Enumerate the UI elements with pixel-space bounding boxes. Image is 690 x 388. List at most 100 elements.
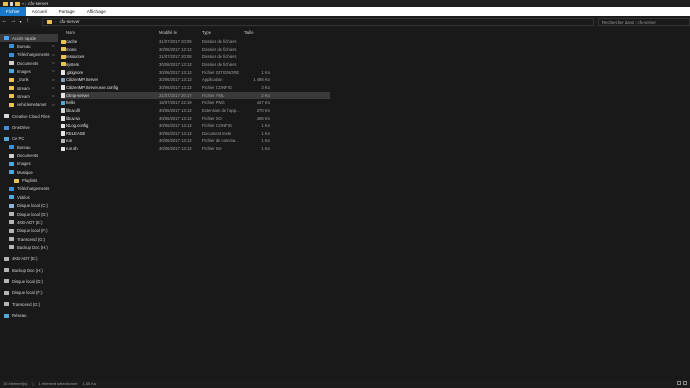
sidebar-item-label: Documents (17, 60, 39, 66)
drive-icon (9, 220, 14, 225)
sidebar-item[interactable]: Transcend (G:) (0, 300, 58, 308)
pin-icon: ⊳ (52, 44, 55, 49)
sidebar-item[interactable]: Images ⊳ (0, 67, 58, 75)
pin-icon: ⊳ (52, 69, 55, 74)
file-type: Document texte (202, 130, 232, 136)
breadcrumb-cfx-server[interactable]: cfx-server (59, 19, 79, 24)
file-row[interactable]: cache 31/07/2017 20:08 Dossier de fichiers (61, 38, 330, 45)
search-input[interactable]: Rechercher dans : cfx-server (598, 17, 690, 26)
sidebar-item-label: Images (17, 161, 31, 167)
navigation-pane: Accès rapide Bureau ⊳ Téléchargements ⊳ Docum… (0, 32, 58, 382)
sidebar-item[interactable]: Transcend (G:) (0, 235, 58, 243)
video-icon (9, 195, 14, 200)
sidebar-item[interactable]: _trunk ⊳ (0, 76, 58, 84)
sidebar-item[interactable]: Ce PC (0, 135, 58, 143)
sidebar-item-label: Playlists (22, 178, 38, 184)
batch-icon (61, 138, 65, 144)
sidebar-item[interactable]: Disque local (D:) (0, 277, 58, 285)
column-header-date[interactable]: Modifié le (159, 29, 177, 36)
sidebar-item-label: Backup Doc (H:) (17, 244, 48, 250)
tab-fichier[interactable]: Fichier (0, 7, 26, 16)
sidebar-item[interactable]: Disque local (D:) (0, 210, 58, 218)
file-row[interactable]: NLog.config 30/06/2017 13:13 Fichier CONFI… (61, 122, 330, 129)
file-row[interactable]: run.sh 30/06/2017 13:13 Fichier SH 1 Ko (61, 145, 330, 152)
sidebar-item[interactable]: Bureau (0, 143, 58, 151)
sidebar-item[interactable]: stream ⊳ (0, 84, 58, 92)
file-size: 2 Ko (261, 92, 270, 98)
file-row[interactable]: citmp-server 31/07/2017 20:17 Fichier YML 2… (61, 91, 330, 99)
sidebar-item-label: 4KB-ADT (E:) (12, 256, 38, 262)
file-icon (61, 93, 65, 98)
sidebar-item[interactable]: Réseau (0, 312, 58, 320)
sidebar-item-label: _trunk (17, 77, 29, 83)
sidebar-item[interactable]: Backup Doc (H:) (0, 266, 58, 274)
sidebar-item[interactable]: Téléchargements ⊳ (0, 51, 58, 59)
sidebar-item[interactable]: stream ⊳ (0, 92, 58, 100)
drive-icon (9, 212, 14, 216)
sidebar-item[interactable]: Disque local (F:) (0, 227, 58, 235)
back-arrow-icon[interactable]: ← (0, 17, 9, 26)
network-icon (4, 313, 9, 318)
file-type: Dossier de fichiers (202, 61, 237, 67)
file-row[interactable]: mono 30/06/2017 13:13 Dossier de fichiers (61, 46, 330, 53)
sidebar-item-label: Vidéos (17, 194, 30, 200)
sidebar-item-label: Images (17, 68, 31, 74)
sidebar-item[interactable]: Musique (0, 168, 58, 176)
tab-affichage[interactable]: Affichage (81, 7, 112, 16)
text-file-icon (61, 131, 65, 136)
qat-dropdown-icon[interactable]: ▾ | (22, 1, 26, 6)
file-row[interactable]: resources 31/07/2017 20:08 Dossier de fich… (61, 53, 330, 60)
file-icon (61, 116, 65, 121)
up-arrow-icon[interactable]: ↑ (23, 17, 32, 26)
file-row[interactable]: libuv.so 30/06/2017 13:13 Fichier SO 468 Ko (61, 115, 330, 122)
tab-partage[interactable]: Partage (53, 7, 81, 16)
details-view-icon[interactable] (677, 381, 681, 385)
file-row[interactable]: run 30/06/2017 13:13 Fichier de comma... 1 … (61, 137, 330, 144)
file-icon (61, 123, 65, 129)
file-name: hello (66, 100, 75, 106)
file-row[interactable]: libuv.dll 30/06/2017 13:13 Extension de l'… (61, 107, 330, 114)
pin-icon: ⊳ (52, 94, 55, 99)
path-box[interactable]: › cfx-server (41, 17, 595, 26)
new-folder-icon[interactable] (15, 1, 20, 6)
file-row[interactable]: system 30/06/2017 13:13 Dossier de fichier… (61, 61, 330, 68)
sidebar-item[interactable]: Playlists (0, 177, 58, 185)
file-row[interactable]: hello 15/07/2017 22:19 Fichier PNG 427 Ko (61, 99, 330, 106)
sidebar-item[interactable]: Téléchargements (0, 185, 58, 193)
file-type: Extension de l'app... (202, 107, 240, 113)
file-size: 1 Ko (261, 130, 270, 136)
column-header-name[interactable]: Nom (66, 29, 75, 36)
sidebar-item[interactable]: Disque local (F:) (0, 289, 58, 297)
sidebar-item[interactable]: Documents ⊳ (0, 59, 58, 67)
sidebar-item[interactable]: 4KB-ADT (E:) (0, 255, 58, 263)
file-row[interactable]: CitizenMP.Server.exe.config 30/06/2017 13… (61, 84, 330, 91)
status-separator: | (32, 381, 34, 386)
sidebar-item[interactable]: 4KB-ADT (E:) (0, 218, 58, 226)
column-header-size[interactable]: Taille (244, 29, 254, 36)
file-row[interactable]: RELEASE 30/06/2017 13:13 Document texte 1 K… (61, 130, 330, 137)
properties-icon[interactable] (10, 1, 13, 6)
file-row[interactable]: CitizenMP.Server 30/06/2017 13:13 Applicat… (61, 76, 330, 83)
sidebar-item[interactable]: Images (0, 160, 58, 168)
large-icons-view-icon[interactable] (683, 381, 687, 385)
column-header-type[interactable]: Type (202, 29, 211, 36)
title-bar: ▾ | cfx-server (0, 0, 690, 7)
sidebar-item[interactable]: Disque local (C:) (0, 202, 58, 210)
sidebar-item[interactable]: OneDrive (0, 124, 58, 132)
sidebar-item[interactable]: vehiclemetamet ⊳ (0, 101, 58, 109)
sidebar-item[interactable]: Documents (0, 152, 58, 160)
file-row[interactable]: .gitignore 30/06/2017 13:13 Fichier GITIGN… (61, 69, 330, 76)
sidebar-item[interactable]: Accès rapide (0, 34, 58, 42)
sidebar-item[interactable]: Vidéos (0, 193, 58, 201)
sidebar-item[interactable]: Bureau ⊳ (0, 42, 58, 50)
sidebar-item[interactable]: Creative Cloud Files (0, 112, 58, 120)
file-name: run (66, 138, 73, 144)
forward-arrow-icon[interactable]: → (9, 17, 18, 26)
images-icon (9, 69, 14, 74)
file-icon (61, 85, 65, 90)
tab-accueil[interactable]: Accueil (26, 7, 53, 16)
drive-icon (4, 279, 9, 284)
sidebar-item[interactable]: Backup Doc (H:) (0, 243, 58, 251)
window-title: cfx-server (28, 1, 49, 6)
file-name: libuv.so (66, 115, 80, 121)
